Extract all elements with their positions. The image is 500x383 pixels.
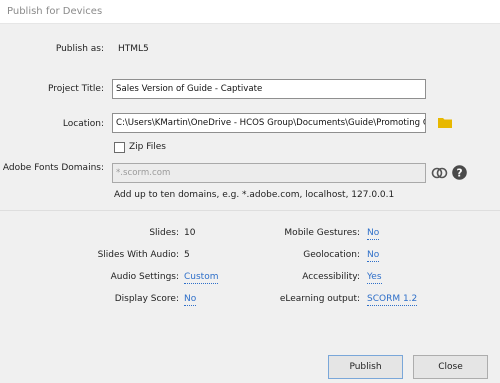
mobile-gestures-label: Mobile Gestures:: [284, 228, 360, 238]
accessibility-link[interactable]: Yes: [367, 272, 382, 284]
close-button[interactable]: Close: [413, 355, 488, 379]
elearning-output-link[interactable]: SCORM 1.2: [367, 294, 418, 306]
publish-button[interactable]: Publish: [328, 355, 403, 379]
geolocation-link[interactable]: No: [367, 250, 380, 262]
project-title-input[interactable]: Sales Version of Guide - Captivate: [112, 79, 426, 99]
publish-as-label: Publish as:: [55, 44, 104, 54]
display-score-label: Display Score:: [114, 294, 179, 304]
help-icon[interactable]: ?: [452, 165, 467, 183]
fonts-domains-input[interactable]: *.scorm.com: [112, 163, 426, 183]
window-title: Publish for Devices: [7, 6, 103, 17]
zip-files-checkbox[interactable]: [114, 142, 125, 153]
publish-as-value: HTML5: [118, 44, 149, 54]
geolocation-label: Geolocation:: [303, 250, 360, 260]
audio-settings-label: Audio Settings:: [110, 272, 179, 282]
slides-value: 10: [184, 228, 196, 238]
slides-with-audio-value: 5: [184, 250, 190, 260]
slides-with-audio-label: Slides With Audio:: [97, 250, 179, 260]
display-score-link[interactable]: No: [184, 294, 197, 306]
elearning-output-label: eLearning output:: [279, 294, 360, 304]
location-label: Location:: [62, 119, 104, 129]
preview-eye-icon[interactable]: [431, 166, 448, 183]
project-title-label: Project Title:: [48, 84, 104, 94]
section-divider: [0, 210, 500, 211]
title-bar: Publish for Devices: [0, 0, 500, 24]
fonts-domains-hint: Add up to ten domains, e.g. *.adobe.com,…: [114, 190, 395, 200]
mobile-gestures-link[interactable]: No: [367, 228, 380, 240]
fonts-domains-label: Adobe Fonts Domains:: [2, 163, 104, 173]
folder-icon[interactable]: [437, 116, 453, 132]
slides-label: Slides:: [149, 228, 179, 238]
audio-settings-link[interactable]: Custom: [184, 272, 219, 284]
accessibility-label: Accessibility:: [302, 272, 360, 282]
svg-text:?: ?: [456, 167, 462, 179]
zip-files-label: Zip Files: [129, 142, 166, 152]
location-input[interactable]: C:\Users\KMartin\OneDrive - HCOS Group\D…: [112, 113, 426, 133]
